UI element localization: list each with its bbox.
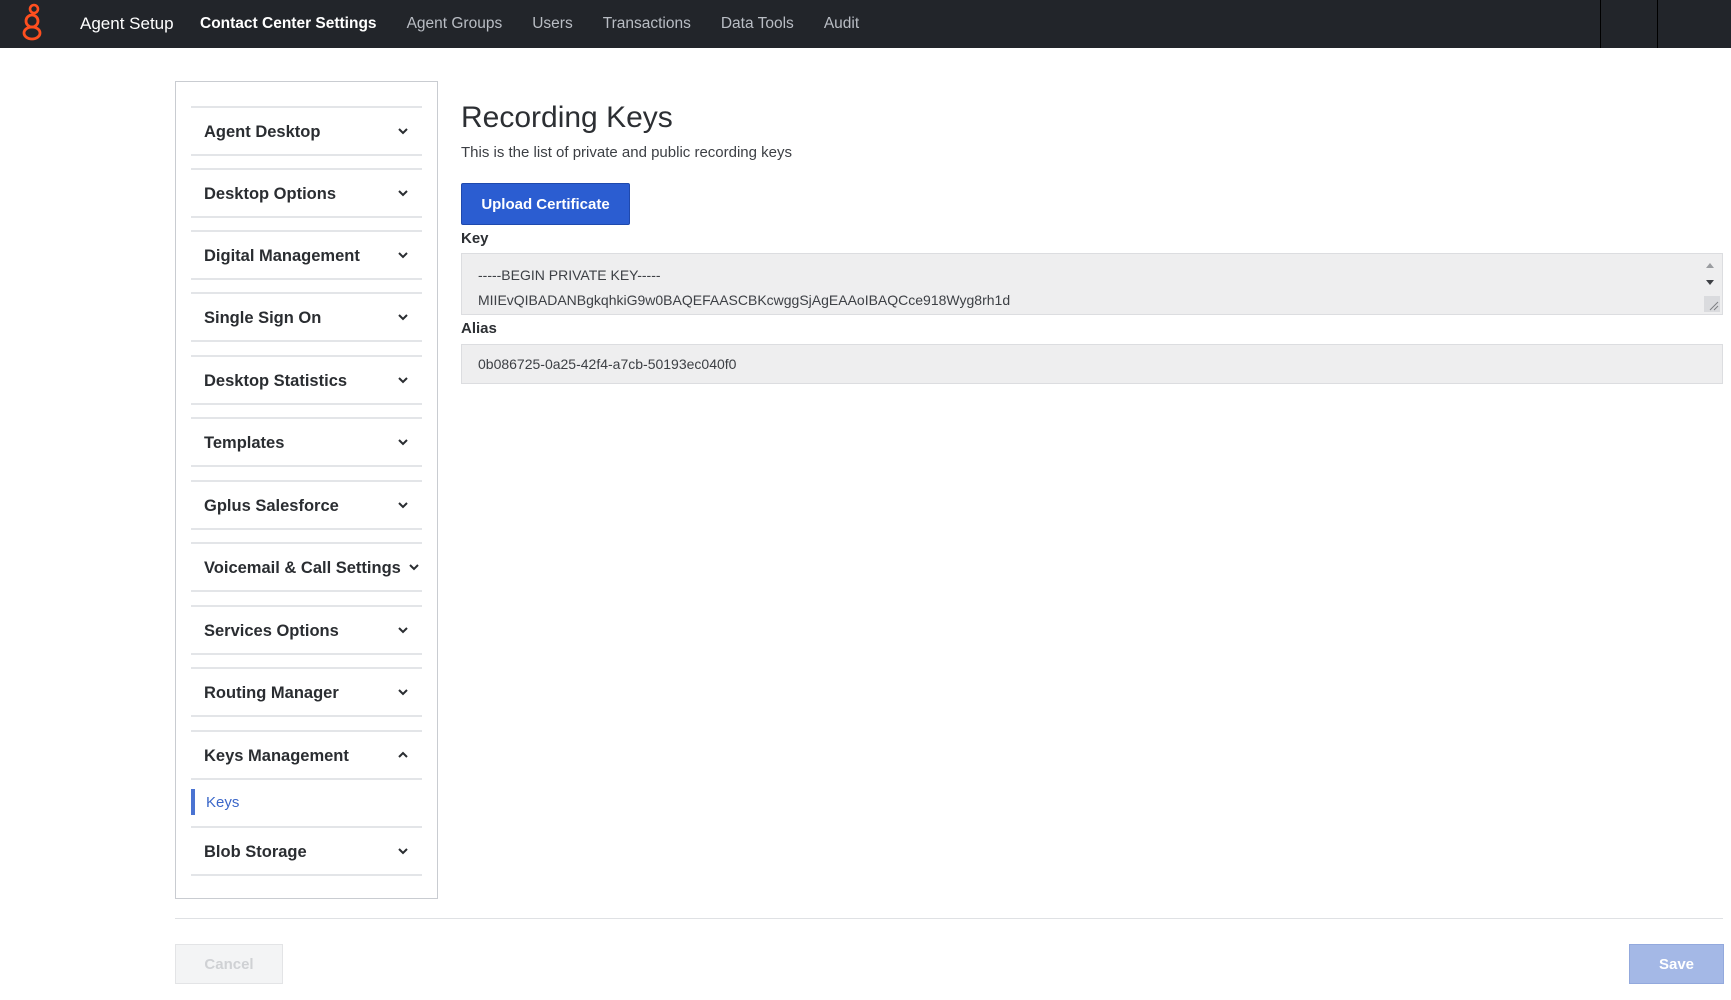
- resize-grip-icon: [1709, 301, 1719, 311]
- key-label: Key: [461, 230, 489, 247]
- sidebar-item-label: Voicemail & Call Settings: [204, 559, 401, 577]
- chevron-down-icon: [398, 627, 408, 634]
- scroll-down-icon[interactable]: [1704, 278, 1716, 288]
- chevron-down-icon: [409, 564, 419, 571]
- sidebar-item-templates[interactable]: Templates: [191, 417, 422, 467]
- sidebar-item-agent-desktop[interactable]: Agent Desktop: [191, 106, 422, 156]
- key-line: MIIEvQIBADANBgkqhkiG9w0BAQEFAASCBKcwggSj…: [478, 292, 1011, 308]
- sidebar-item-label: Desktop Options: [204, 185, 337, 203]
- sidebar-item-label: Blob Storage: [204, 843, 307, 861]
- sidebar-item-single-sign-on[interactable]: Single Sign On: [191, 292, 422, 342]
- nav-contact-center-settings[interactable]: Contact Center Settings: [200, 15, 377, 33]
- nav-audit[interactable]: Audit: [824, 15, 859, 33]
- sidebar-subitem-keys[interactable]: Keys: [191, 789, 422, 815]
- sidebar-item-desktop-statistics[interactable]: Desktop Statistics: [191, 355, 422, 405]
- active-indicator: [191, 789, 195, 815]
- topbar-separator: [1657, 0, 1658, 48]
- top-bar: Agent Setup Contact Center Settings Agen…: [0, 0, 1731, 48]
- upload-certificate-button[interactable]: Upload Certificate: [461, 183, 630, 225]
- chevron-down-icon: [398, 128, 408, 135]
- alias-label: Alias: [461, 320, 497, 337]
- nav-users[interactable]: Users: [532, 15, 572, 33]
- chevron-down-icon: [398, 190, 408, 197]
- genesys-logo-icon[interactable]: [17, 2, 47, 46]
- sidebar-item-label: Templates: [204, 434, 285, 452]
- sidebar-item-label: Keys Management: [204, 747, 349, 765]
- chevron-down-icon: [398, 689, 408, 696]
- sidebar-item-routing-manager[interactable]: Routing Manager: [191, 667, 422, 717]
- sidebar-item-label: Agent Desktop: [204, 123, 321, 141]
- sidebar-item-label: Services Options: [204, 622, 339, 640]
- nav-data-tools[interactable]: Data Tools: [721, 15, 794, 33]
- sidebar-subitem-label[interactable]: Keys: [206, 794, 239, 811]
- sidebar-item-digital-management[interactable]: Digital Management: [191, 230, 422, 280]
- settings-sidebar: Agent Desktop Desktop Options Digital Ma…: [175, 81, 438, 899]
- sidebar-item-services-options[interactable]: Services Options: [191, 605, 422, 655]
- alias-value: 0b086725-0a25-42f4-a7cb-50193ec040f0: [478, 356, 737, 372]
- sidebar-item-voicemail-call-settings[interactable]: Voicemail & Call Settings: [191, 542, 422, 592]
- sidebar-item-label: Digital Management: [204, 247, 360, 265]
- sidebar-item-label: Routing Manager: [204, 684, 339, 702]
- chevron-down-icon: [398, 439, 408, 446]
- chevron-down-icon: [398, 252, 408, 259]
- sidebar-item-blob-storage[interactable]: Blob Storage: [191, 826, 422, 876]
- page-subtitle: This is the list of private and public r…: [461, 144, 792, 161]
- resize-handle[interactable]: [1704, 296, 1720, 312]
- sidebar-item-label: Desktop Statistics: [204, 372, 348, 390]
- chevron-up-icon: [398, 751, 408, 758]
- key-value: -----BEGIN PRIVATE KEY----- MIIEvQIBADAN…: [478, 263, 1010, 313]
- sidebar-item-desktop-options[interactable]: Desktop Options: [191, 168, 422, 218]
- main-nav: Contact Center Settings Agent Groups Use…: [200, 0, 889, 48]
- sidebar-item-label: Gplus Salesforce: [204, 497, 339, 515]
- page-title: Recording Keys: [461, 101, 673, 134]
- nav-agent-groups[interactable]: Agent Groups: [407, 15, 503, 33]
- key-textarea[interactable]: -----BEGIN PRIVATE KEY----- MIIEvQIBADAN…: [461, 253, 1723, 315]
- chevron-down-icon: [398, 314, 408, 321]
- chevron-down-icon: [398, 502, 408, 509]
- cancel-button[interactable]: Cancel: [175, 944, 283, 984]
- chevron-down-icon: [398, 848, 408, 855]
- chevron-down-icon: [398, 377, 408, 384]
- alias-field[interactable]: 0b086725-0a25-42f4-a7cb-50193ec040f0: [461, 344, 1723, 384]
- footer-divider: [175, 918, 1723, 919]
- nav-transactions[interactable]: Transactions: [603, 15, 691, 33]
- save-button[interactable]: Save: [1629, 944, 1724, 984]
- key-line: -----BEGIN PRIVATE KEY-----: [478, 267, 661, 283]
- topbar-separator: [1600, 0, 1601, 48]
- app-title[interactable]: Agent Setup: [80, 14, 174, 34]
- sidebar-item-gplus-salesforce[interactable]: Gplus Salesforce: [191, 480, 422, 530]
- sidebar-item-label: Single Sign On: [204, 309, 322, 327]
- scroll-up-icon[interactable]: [1704, 260, 1716, 270]
- sidebar-item-keys-management[interactable]: Keys Management: [191, 730, 422, 780]
